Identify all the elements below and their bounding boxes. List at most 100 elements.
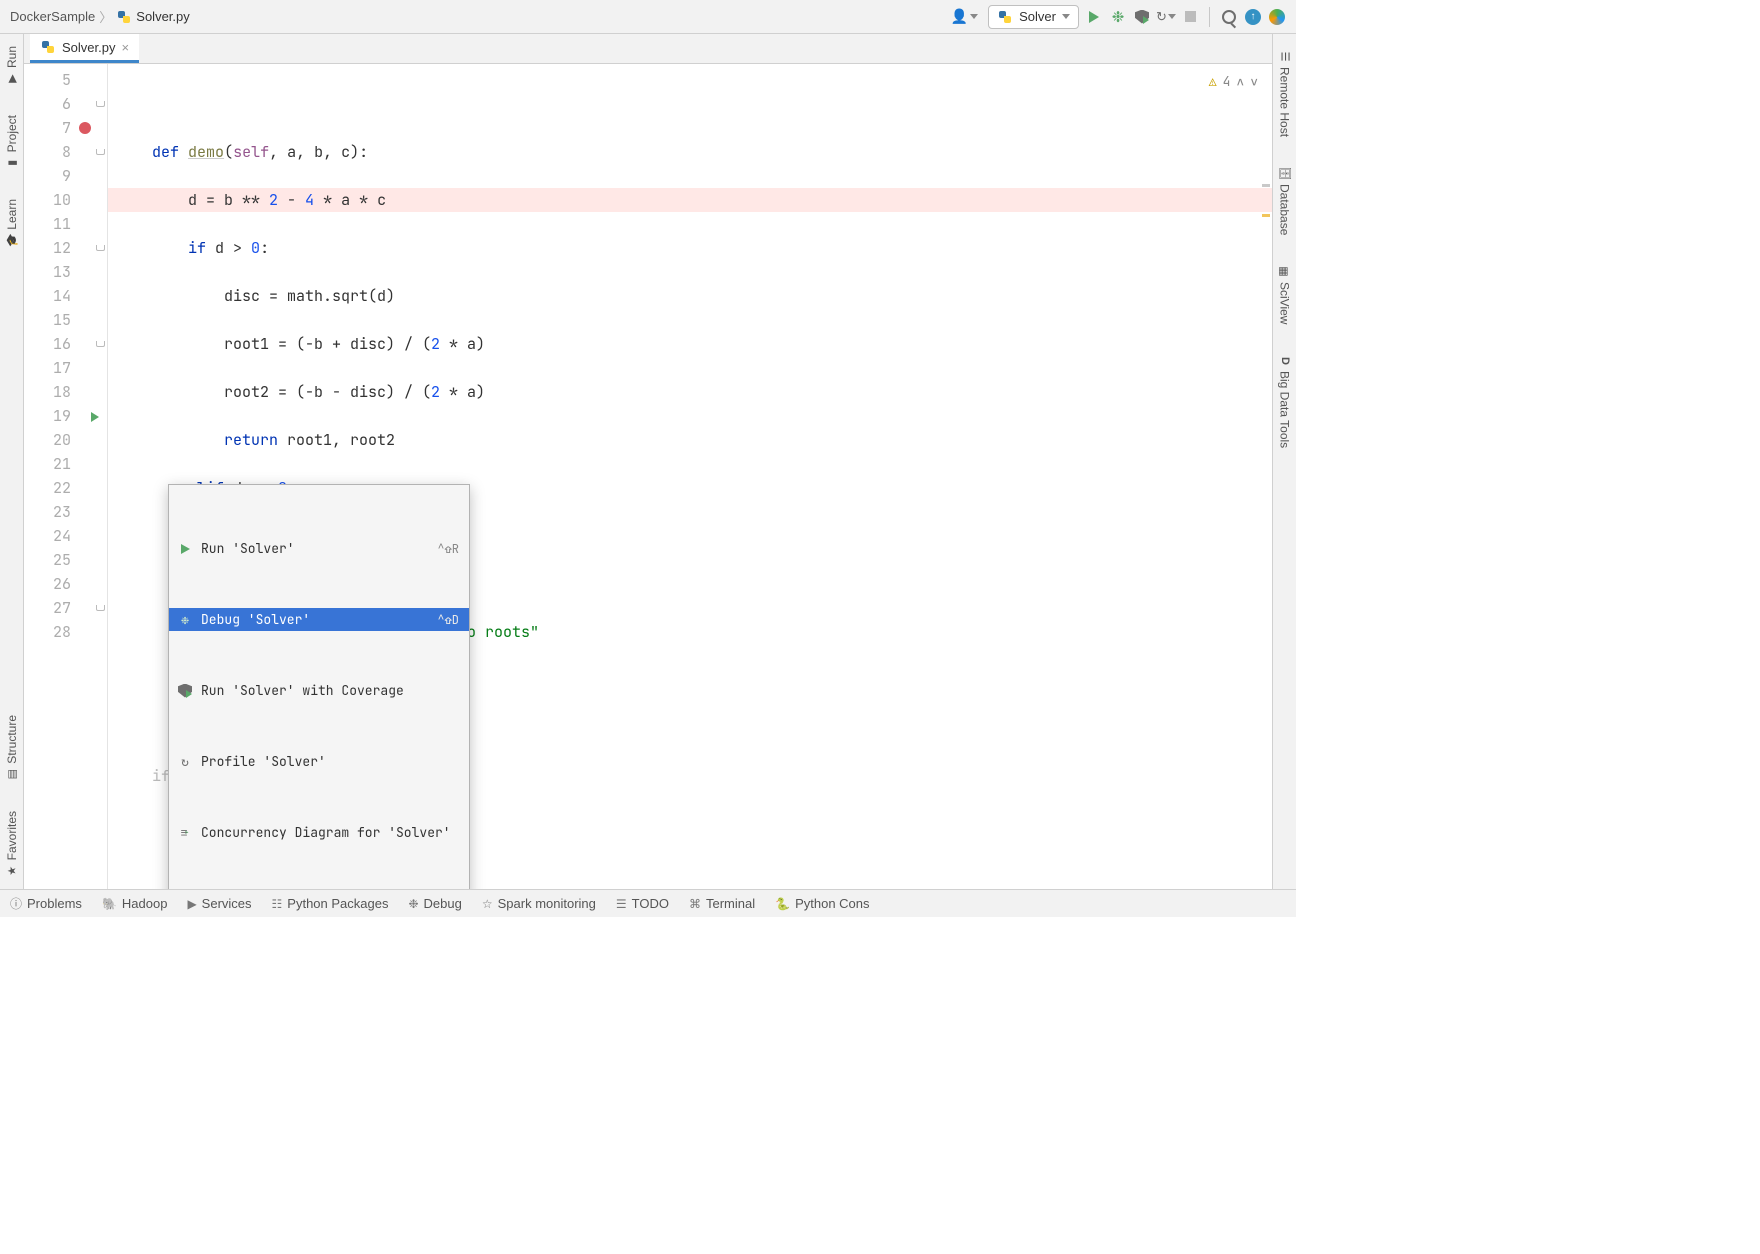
ctx-debug[interactable]: ❉ Debug 'Solver' ^⇧D: [169, 608, 469, 631]
star-icon: ☆: [482, 897, 493, 911]
left-tool-rail: ▶Run ▮Project 🎓Learn ▤Structure ★Favorit…: [0, 34, 24, 889]
python-icon: [997, 9, 1013, 25]
bottom-spark[interactable]: ☆Spark monitoring: [482, 896, 596, 911]
ctx-concurrency[interactable]: Concurrency Diagram for 'Solver': [169, 821, 469, 844]
bottom-tool-bar: ⓘProblems 🐘Hadoop ▶Services ☷Python Pack…: [0, 889, 1296, 917]
line-number: 15: [24, 308, 107, 332]
bottom-terminal[interactable]: ⌘Terminal: [689, 896, 755, 911]
line-number: 10: [24, 188, 107, 212]
next-highlight-button[interactable]: ∨: [1250, 70, 1258, 94]
user-menu-button[interactable]: 👤: [947, 6, 982, 27]
graduation-icon: 🎓: [5, 234, 18, 248]
navigation-bar: DockerSample 〉 Solver.py 👤 Solver ❉ ↻ ↑: [0, 0, 1296, 34]
line-number: 8: [24, 140, 107, 164]
play-icon: ▶: [5, 74, 18, 82]
database-icon: 🗄: [1278, 167, 1291, 181]
stop-icon: [1185, 11, 1196, 22]
terminal-icon: ⌘: [689, 897, 701, 911]
rail-sciview[interactable]: ▦SciView: [1276, 259, 1294, 330]
rail-project[interactable]: ▮Project: [3, 109, 21, 175]
services-icon: ▶: [187, 897, 196, 911]
user-icon: 👤: [951, 8, 968, 25]
line-number: 27: [24, 596, 107, 620]
hadoop-icon: 🐘: [102, 897, 117, 911]
code-line: root1 = (-b + disc) / (2 * a): [116, 332, 1272, 356]
line-number: 14: [24, 284, 107, 308]
bottom-todo[interactable]: ☰TODO: [616, 896, 669, 911]
gutter[interactable]: 5 6 7 8 9 10 11 12 13 14 15 16 17 18 19 …: [24, 64, 108, 889]
line-number-breakpoint[interactable]: 7: [24, 116, 107, 140]
coverage-button[interactable]: [1133, 8, 1151, 26]
code-line: [116, 92, 1272, 116]
stripe-mark[interactable]: [1262, 184, 1270, 187]
bottom-debug[interactable]: ❉Debug: [408, 896, 461, 911]
run-button[interactable]: [1085, 8, 1103, 26]
ide-tools-button[interactable]: [1268, 8, 1286, 26]
python-icon: 🐍: [775, 897, 790, 911]
profile-button[interactable]: ↻: [1157, 8, 1175, 26]
ctx-run[interactable]: Run 'Solver' ^⇧R: [169, 537, 469, 560]
chevron-down-icon: [1062, 14, 1070, 19]
rail-structure[interactable]: ▤Structure: [3, 709, 21, 787]
chevron-down-icon: [970, 14, 978, 19]
breadcrumb-file-label: Solver.py: [136, 9, 189, 24]
rail-remote-host[interactable]: ☰Remote Host: [1276, 44, 1294, 143]
code-editor[interactable]: 5 6 7 8 9 10 11 12 13 14 15 16 17 18 19 …: [24, 64, 1272, 889]
clock-icon: ↻: [1156, 9, 1167, 25]
ctx-coverage[interactable]: Run 'Solver' with Coverage: [169, 679, 469, 702]
bottom-python-console[interactable]: 🐍Python Cons: [775, 896, 869, 911]
d-icon: D: [1279, 357, 1291, 365]
line-number: 11: [24, 212, 107, 236]
star-icon: ★: [5, 866, 18, 876]
right-tool-rail: ☰Remote Host 🗄Database ▦SciView DBig Dat…: [1272, 34, 1296, 889]
update-button[interactable]: ↑: [1244, 8, 1262, 26]
toolbar-right: 👤 Solver ❉ ↻ ↑: [947, 5, 1286, 29]
line-number: 16: [24, 332, 107, 356]
line-number: 17: [24, 356, 107, 380]
python-file-icon: [116, 9, 132, 25]
line-number: 5: [24, 68, 107, 92]
line-number-run-gutter[interactable]: 19: [24, 404, 107, 428]
code-line: disc = math.sqrt(d): [116, 284, 1272, 308]
prev-highlight-button[interactable]: ∧: [1236, 70, 1244, 94]
rail-learn[interactable]: 🎓Learn: [3, 193, 21, 253]
line-number: 23: [24, 500, 107, 524]
folder-icon: ▮: [5, 160, 18, 166]
info-icon: ⓘ: [10, 895, 22, 912]
warning-icon: ⚠: [1209, 70, 1217, 94]
structure-icon: ▤: [5, 769, 18, 779]
bottom-services[interactable]: ▶Services: [187, 896, 251, 911]
code-line: d = b ** 2 - 4 * a * c: [108, 188, 1272, 212]
shield-play-icon: [177, 683, 193, 699]
stripe-mark[interactable]: [1262, 214, 1270, 217]
close-tab-button[interactable]: ×: [121, 40, 129, 55]
stop-button[interactable]: [1181, 8, 1199, 26]
swirl-icon: [1269, 9, 1285, 25]
rail-database[interactable]: 🗄Database: [1276, 161, 1294, 241]
line-number: 28: [24, 620, 107, 644]
rail-bigdata[interactable]: DBig Data Tools: [1276, 349, 1294, 454]
bottom-python-packages[interactable]: ☷Python Packages: [272, 896, 389, 911]
bottom-problems[interactable]: ⓘProblems: [10, 895, 82, 912]
breadcrumb-project[interactable]: DockerSample: [10, 9, 95, 24]
bottom-hadoop[interactable]: 🐘Hadoop: [102, 896, 168, 911]
breadcrumb-file[interactable]: Solver.py: [116, 9, 189, 25]
code-content[interactable]: def demo(self, a, b, c): d = b ** 2 - 4 …: [108, 64, 1272, 889]
search-button[interactable]: [1220, 8, 1238, 26]
line-number: 12: [24, 236, 107, 260]
rail-run[interactable]: ▶Run: [3, 40, 21, 91]
rail-favorites[interactable]: ★Favorites: [3, 805, 21, 883]
arrow-up-circle-icon: ↑: [1245, 9, 1261, 25]
warning-count: 4: [1223, 70, 1231, 94]
editor-tab-solver[interactable]: Solver.py ×: [30, 34, 139, 63]
list-icon: ☰: [616, 897, 627, 911]
run-configuration-selector[interactable]: Solver: [988, 5, 1079, 29]
error-stripe[interactable]: [1260, 64, 1272, 889]
line-number: 6: [24, 92, 107, 116]
bug-icon: ❉: [177, 612, 193, 628]
inspections-widget[interactable]: ⚠ 4 ∧ ∨: [1209, 70, 1258, 94]
ctx-profile[interactable]: ↻ Profile 'Solver': [169, 750, 469, 773]
breadcrumb-separator: 〉: [99, 7, 112, 26]
debug-button[interactable]: ❉: [1109, 8, 1127, 26]
code-line: root2 = (-b - disc) / (2 * a): [116, 380, 1272, 404]
